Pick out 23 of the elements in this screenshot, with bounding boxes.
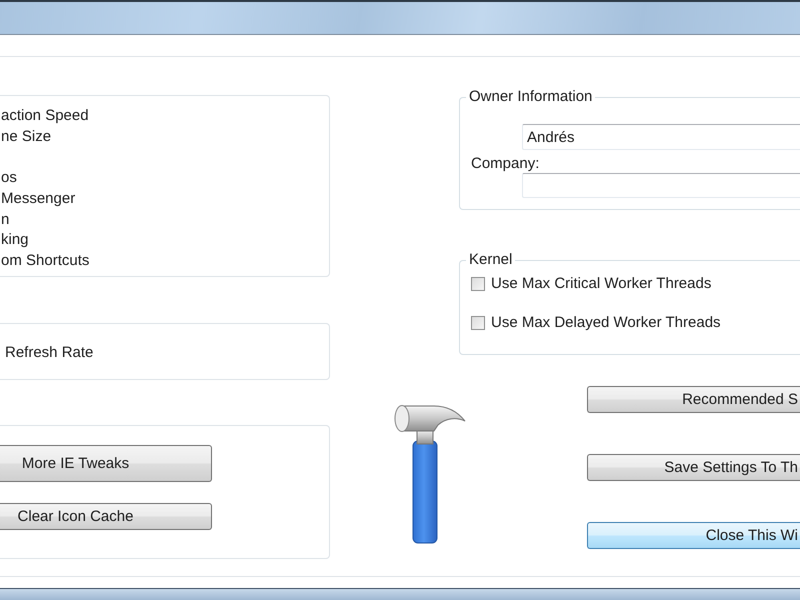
list-item[interactable]: ne Size [0,126,52,148]
list-item[interactable]: Messenger [0,188,76,210]
checkbox-label[interactable]: Use Max Critical Worker Threads [491,275,712,293]
list-item[interactable]: king [0,230,29,251]
action-button[interactable]: Close This Wi [587,522,800,549]
tool-button[interactable]: More IE Tweaks [0,445,212,482]
field-label: Company: [471,155,540,173]
checkbox-label[interactable]: Use Max Delayed Worker Threads [491,314,721,332]
hammer-icon [394,403,466,544]
list-item[interactable]: n [0,210,10,230]
action-button[interactable]: Save Settings To Th [587,454,800,481]
text-field[interactable]: Andrés [522,124,800,150]
action-button[interactable]: Recommended S [587,386,800,413]
checkbox[interactable] [471,277,485,291]
checkbox[interactable] [471,316,485,330]
list-item[interactable]: om Shortcuts [0,250,90,272]
group-legend: Kernel [466,251,516,269]
list-item[interactable]: action Speed [0,106,89,127]
group-legend: Owner Information [466,88,596,106]
tool-button[interactable]: Clear Icon Cache [0,503,212,530]
option-label[interactable]: Refresh Rate [5,344,94,362]
text-field[interactable] [522,173,800,198]
list-item[interactable]: os [0,168,17,189]
